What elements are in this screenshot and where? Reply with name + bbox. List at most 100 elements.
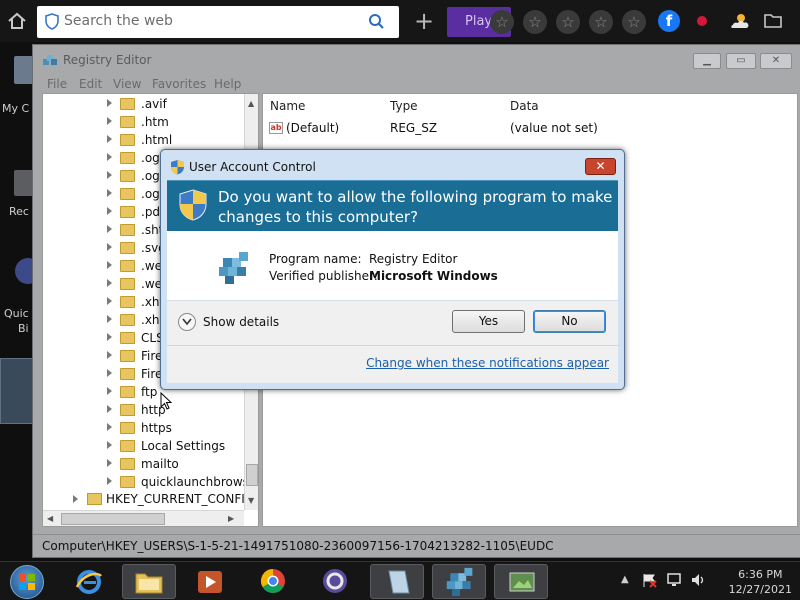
expand-arrow-icon[interactable] [107,225,112,233]
new-tab-icon[interactable]: + [414,9,434,33]
expand-arrow-icon[interactable] [107,423,112,431]
search-input[interactable]: Search the web [64,13,173,29]
show-details-label[interactable]: Show details [203,315,279,329]
scroll-up-arrow-icon[interactable]: ▲ [248,99,254,108]
tree-item[interactable]: .html [43,131,243,149]
star-icon[interactable]: ☆ [556,10,580,34]
volume-icon[interactable] [690,572,708,591]
no-button[interactable]: No [533,310,606,333]
expand-arrow-icon[interactable] [107,477,112,485]
expand-arrow-icon[interactable] [107,279,112,287]
minimize-button[interactable]: ▁ [693,53,721,69]
taskbar-notepad[interactable] [370,564,424,599]
home-icon[interactable] [6,10,28,32]
expand-arrow-icon[interactable] [107,243,112,251]
tree-item-label: Local Settings [141,439,226,453]
column-header-type[interactable]: Type [390,99,418,113]
expand-arrow-icon[interactable] [107,261,112,269]
expand-arrow-icon[interactable] [107,207,112,215]
expand-arrow-icon[interactable] [107,369,112,377]
column-header-data[interactable]: Data [510,99,539,113]
expand-arrow-icon[interactable] [107,315,112,323]
expand-arrow-icon[interactable] [107,441,112,449]
close-button[interactable]: ✕ [760,53,792,69]
expand-arrow-icon[interactable] [107,297,112,305]
column-header-name[interactable]: Name [270,99,305,113]
folder-icon [120,458,135,470]
expand-arrow-icon[interactable] [107,171,112,179]
tree-item[interactable]: https [43,419,243,437]
expand-arrow-icon[interactable] [107,135,112,143]
maximize-button[interactable]: ▭ [726,53,756,69]
menu-help[interactable]: Help [214,77,241,91]
uac-actions: Show details Yes No Change when these no… [167,301,618,383]
image-viewer-icon [509,572,535,592]
menu-file[interactable]: File [47,77,67,91]
desktop-icon-recycle-bin[interactable] [14,170,34,196]
network-icon[interactable] [666,572,684,591]
notepad-icon [388,570,410,594]
yes-button[interactable]: Yes [452,310,525,333]
start-button[interactable] [10,565,44,599]
tree-item[interactable]: http [43,401,243,419]
tree-item-hkey-current-config[interactable]: HKEY_CURRENT_CONFIG [43,490,254,508]
expand-arrow-icon[interactable] [107,117,112,125]
taskbar-app-circle[interactable] [308,564,362,599]
taskbar-clock[interactable]: 6:36 PM 12/27/2021 [729,567,792,597]
search-bar[interactable]: Search the web [37,6,399,38]
tree-item[interactable]: quicklaunchbrows [43,473,249,491]
expand-arrow-icon[interactable] [107,333,112,341]
desktop-icon-selected[interactable] [0,358,33,424]
taskbar-registry-editor[interactable] [432,564,486,599]
show-details-button[interactable] [178,313,196,331]
scroll-down-arrow-icon[interactable]: ▼ [248,496,254,505]
app-circle-icon [323,569,347,593]
scroll-right-arrow-icon[interactable]: ▶ [228,514,234,523]
menu-view[interactable]: View [113,77,141,91]
value-name[interactable]: (Default) [286,121,339,135]
expand-arrow-icon[interactable] [107,351,112,359]
expand-arrow-icon[interactable] [107,153,112,161]
expand-arrow-icon[interactable] [107,189,112,197]
taskbar-file-explorer[interactable] [122,564,176,599]
tree-item[interactable]: Local Settings [43,437,243,455]
taskbar-internet-explorer[interactable] [62,564,116,599]
uac-dialog: User Account Control ✕ Do you want to al… [160,149,625,390]
notification-settings-link[interactable]: Change when these notifications appear [366,356,609,370]
menu-edit[interactable]: Edit [79,77,102,91]
star-icon[interactable]: ☆ [490,10,514,34]
tree-horizontal-scrollbar[interactable]: ◀ ▶ [43,510,244,526]
taskbar-chrome[interactable] [246,564,300,599]
folder-icon [120,170,135,182]
folder-icon [120,188,135,200]
star-icon[interactable]: ☆ [589,10,613,34]
tree-item[interactable]: mailto [43,455,243,473]
folder-icon [120,152,135,164]
scroll-thumb[interactable] [61,513,165,525]
weather-icon[interactable] [728,12,750,33]
value-type: REG_SZ [390,121,438,135]
record-icon[interactable] [697,16,707,26]
tray-up-arrow-icon[interactable]: ▲ [621,574,629,585]
taskbar-image-viewer[interactable] [494,564,548,599]
expand-arrow-icon[interactable] [73,495,78,503]
star-icon[interactable]: ☆ [523,10,547,34]
star-icon[interactable]: ☆ [622,10,646,34]
tree-item-label: .og [141,169,160,183]
expand-arrow-icon[interactable] [107,387,112,395]
uac-close-button[interactable]: ✕ [585,158,616,175]
tree-item-label: .we [141,259,163,273]
expand-arrow-icon[interactable] [107,459,112,467]
menu-favorites[interactable]: Favorites [152,77,206,91]
taskbar-media-player[interactable] [184,564,238,599]
scroll-left-arrow-icon[interactable]: ◀ [47,514,53,523]
folder-icon[interactable] [764,12,782,31]
action-center-flag-icon[interactable] [641,572,657,591]
tree-item[interactable]: .avif [43,95,243,113]
facebook-icon[interactable]: f [658,10,680,32]
expand-arrow-icon[interactable] [107,99,112,107]
scroll-thumb[interactable] [246,464,258,486]
search-icon[interactable] [368,13,385,33]
tree-item[interactable]: .htm [43,113,243,131]
expand-arrow-icon[interactable] [107,405,112,413]
